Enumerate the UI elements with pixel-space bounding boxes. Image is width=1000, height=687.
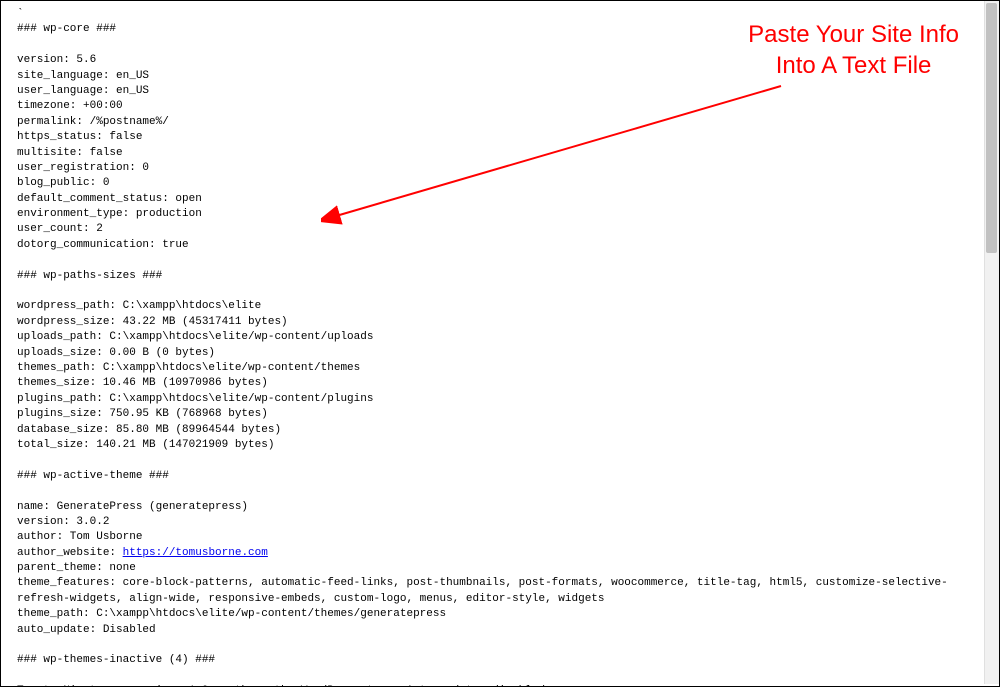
scrollbar-track[interactable] [984, 1, 999, 684]
wp-paths-line: plugins_path: C:\xampp\htdocs\elite/wp-c… [17, 393, 373, 405]
theme-path-line: theme_path: C:\xampp\htdocs\elite/wp-con… [17, 608, 446, 620]
wp-core-header: ### wp-core ### [17, 23, 116, 35]
wp-core-line: user_count: 2 [17, 223, 103, 235]
theme-parent-line: parent_theme: none [17, 562, 136, 574]
wp-paths-line: uploads_size: 0.00 B (0 bytes) [17, 347, 215, 359]
wp-paths-line: themes_size: 10.46 MB (10970986 bytes) [17, 377, 268, 389]
wp-core-line: default_comment_status: open [17, 193, 202, 205]
wp-core-line: user_language: en_US [17, 85, 149, 97]
theme-version-line: version: 3.0.2 [17, 516, 109, 528]
wp-core-line: environment_type: production [17, 208, 202, 220]
wp-core-line: version: 5.6 [17, 54, 96, 66]
wp-themes-inactive-header: ### wp-themes-inactive (4) ### [17, 654, 215, 666]
theme-author-line: author: Tom Usborne [17, 531, 142, 543]
annotation-line2: Into A Text File [748, 50, 959, 81]
wp-paths-line: database_size: 85.80 MB (89964544 bytes) [17, 424, 281, 436]
wp-core-line: https_status: false [17, 131, 142, 143]
wp-core-line: blog_public: 0 [17, 177, 109, 189]
theme-auto-update-line: auto_update: Disabled [17, 624, 156, 636]
theme-author-website-prefix: author_website: [17, 547, 123, 559]
annotation-overlay: Paste Your Site Info Into A Text File [748, 19, 959, 81]
wp-core-line: multisite: false [17, 147, 123, 159]
theme-author-website-link[interactable]: https://tomusborne.com [123, 547, 268, 559]
inactive-theme-line: Twenty Nineteen: version: 1.9, author: t… [17, 685, 545, 686]
wp-paths-line: themes_path: C:\xampp\htdocs\elite/wp-co… [17, 362, 360, 374]
wp-paths-line: wordpress_path: C:\xampp\htdocs\elite [17, 300, 261, 312]
scrollbar-thumb[interactable] [986, 3, 997, 253]
text-content-area[interactable]: ` ### wp-core ### version: 5.6 site_lang… [1, 1, 984, 686]
wp-paths-line: total_size: 140.21 MB (147021909 bytes) [17, 439, 274, 451]
annotation-line1: Paste Your Site Info [748, 19, 959, 50]
theme-name-line: name: GeneratePress (generatepress) [17, 501, 248, 513]
wp-core-line: timezone: +00:00 [17, 100, 123, 112]
wp-core-line: user_registration: 0 [17, 162, 149, 174]
theme-features-line: theme_features: core-block-patterns, aut… [17, 577, 948, 604]
wp-core-line: permalink: /%postname%/ [17, 116, 169, 128]
wp-paths-sizes-header: ### wp-paths-sizes ### [17, 270, 162, 282]
wp-core-line: site_language: en_US [17, 70, 149, 82]
wp-core-line: dotorg_communication: true [17, 239, 189, 251]
wp-paths-line: uploads_path: C:\xampp\htdocs\elite/wp-c… [17, 331, 373, 343]
wp-paths-line: wordpress_size: 43.22 MB (45317411 bytes… [17, 316, 288, 328]
wp-active-theme-header: ### wp-active-theme ### [17, 470, 169, 482]
wp-paths-line: plugins_size: 750.95 KB (768968 bytes) [17, 408, 268, 420]
